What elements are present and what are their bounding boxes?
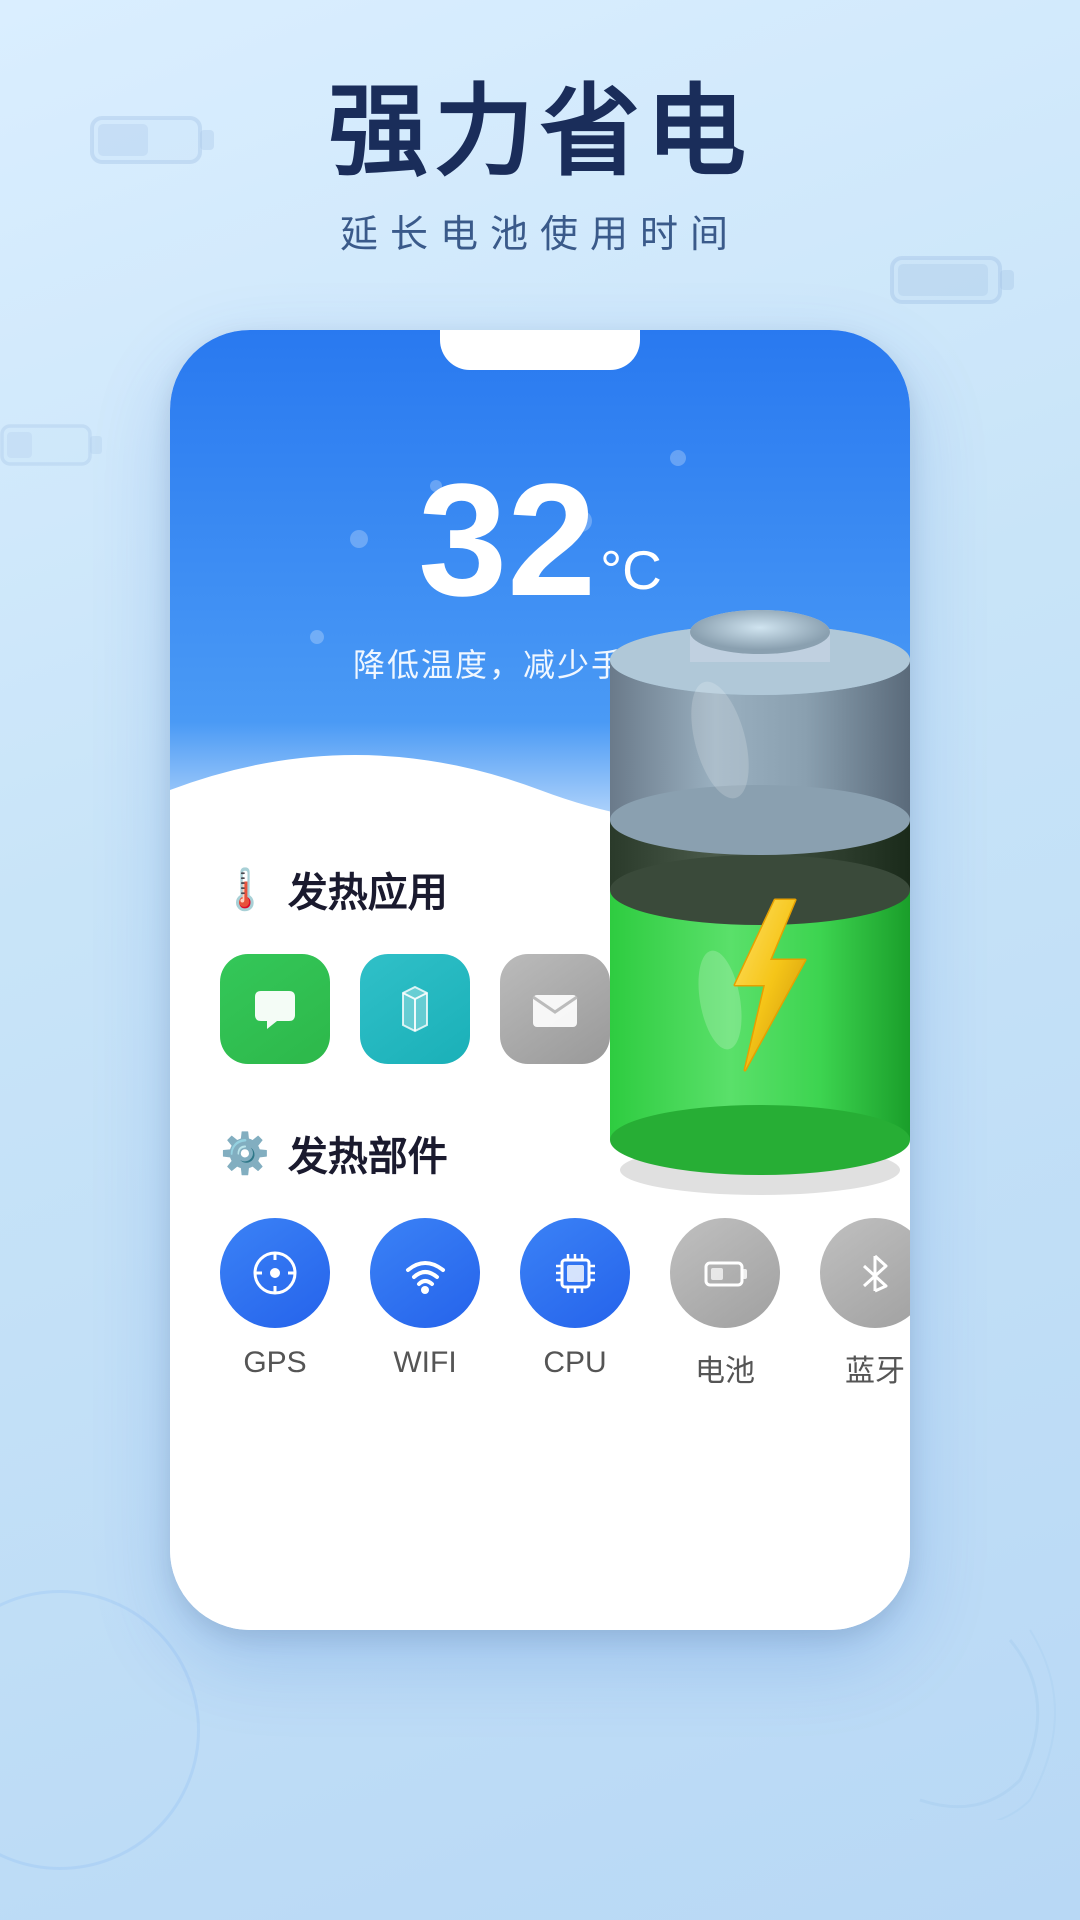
temperature-desc: 降低温度，减少手机发热 <box>170 640 910 686</box>
phone-header: 32°C 降低温度，减少手机发热 <box>170 330 910 890</box>
hot-apps-label: 发热应用 <box>288 860 448 918</box>
phone-outer: 32°C 降低温度，减少手机发热 🌡️ 发热应用 <box>170 330 910 1630</box>
gps-circle <box>220 1218 330 1328</box>
app-icon-video[interactable] <box>640 954 750 1064</box>
battery-label: 电池 <box>695 1346 755 1390</box>
wifi-circle <box>370 1218 480 1328</box>
sub-title: 延长电池使用时间 <box>0 203 1080 258</box>
component-bluetooth[interactable]: 蓝牙 <box>820 1218 910 1390</box>
bluetooth-label: 蓝牙 <box>845 1346 905 1390</box>
hot-components-title-row: ⚙️ 发热部件 <box>220 1124 860 1182</box>
temp-value-wrap: 32°C <box>418 460 662 620</box>
bg-battery-right <box>890 250 1020 310</box>
bg-circle-left <box>0 1590 200 1870</box>
component-gps[interactable]: GPS <box>220 1218 330 1380</box>
component-wifi[interactable]: WIFI <box>370 1218 480 1380</box>
phone-mockup: 32°C 降低温度，减少手机发热 🌡️ 发热应用 <box>170 330 910 1630</box>
hot-apps-title-row: 🌡️ 发热应用 <box>220 860 860 918</box>
main-title: 强力省电 <box>0 80 1080 185</box>
cpu-circle <box>520 1218 630 1328</box>
bg-lines-right <box>860 1620 1060 1820</box>
app-icon-mail[interactable] <box>500 954 610 1064</box>
hot-components-label: 发热部件 <box>288 1124 448 1182</box>
bluetooth-circle <box>820 1218 910 1328</box>
battery-circle <box>670 1218 780 1328</box>
component-icons-row: GPS WIFI <box>220 1218 860 1390</box>
component-cpu[interactable]: CPU <box>520 1218 630 1380</box>
phone-notch <box>440 330 640 370</box>
cpu-label: CPU <box>543 1346 606 1380</box>
hot-components-icon: ⚙️ <box>220 1130 270 1177</box>
temperature-unit: °C <box>600 539 662 601</box>
temperature-number: 32 <box>418 460 596 620</box>
app-icon-maps[interactable] <box>360 954 470 1064</box>
gps-label: GPS <box>243 1346 306 1380</box>
app-icons-row <box>220 954 860 1064</box>
phone-content: 🌡️ 发热应用 ⚙️ 发热部件 <box>170 820 910 1630</box>
temp-display: 32°C 降低温度，减少手机发热 <box>170 460 910 686</box>
component-battery[interactable]: 电池 <box>670 1218 780 1390</box>
wifi-label: WIFI <box>393 1346 456 1380</box>
hot-apps-icon: 🌡️ <box>220 866 270 913</box>
bg-battery-mid <box>0 420 110 470</box>
title-area: 强力省电 延长电池使用时间 <box>0 80 1080 258</box>
app-icon-messages[interactable] <box>220 954 330 1064</box>
